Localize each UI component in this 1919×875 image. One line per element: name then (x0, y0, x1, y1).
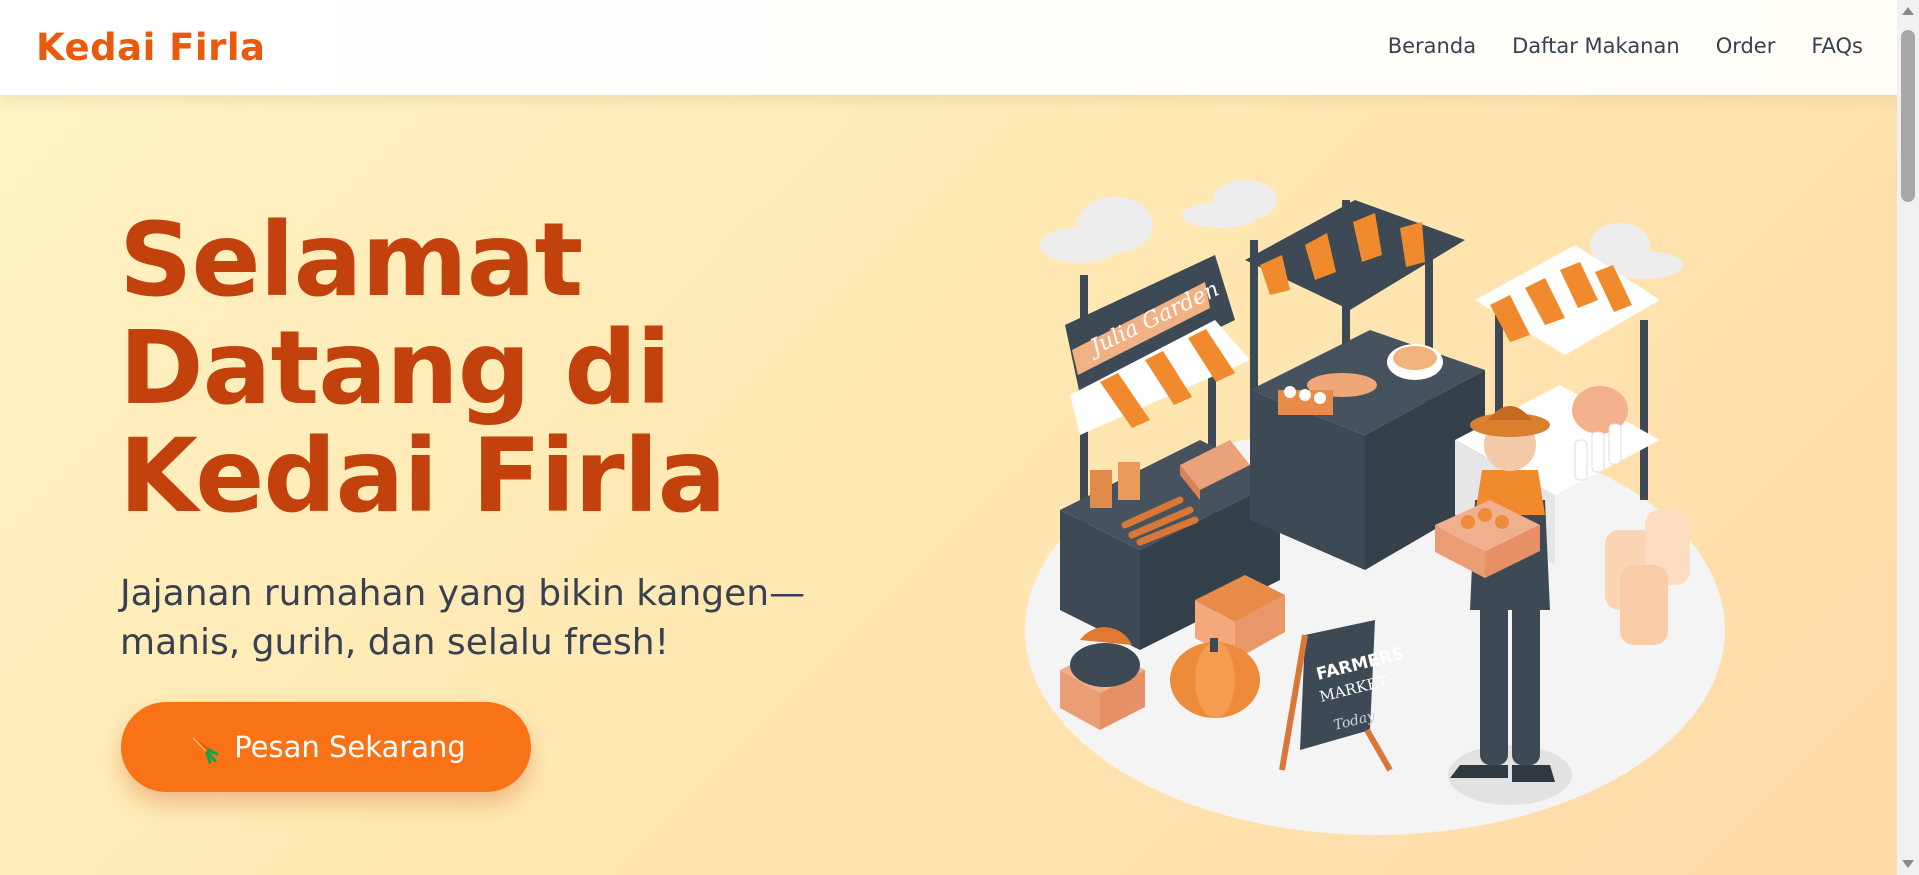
scroll-down-arrow-icon[interactable] (1902, 860, 1914, 868)
hero-title: Selamat Datang di Kedai Firla (119, 201, 726, 536)
hero-subtitle: Jajanan rumahan yang bikin kangen—manis,… (120, 573, 806, 663)
middle-stall (1245, 200, 1485, 570)
navbar: Kedai Firla Beranda Daftar Makanan Order… (0, 0, 1897, 95)
page-scrollbar[interactable] (1897, 0, 1919, 875)
nav-menu: Beranda Daftar Makanan Order FAQs (1388, 34, 1863, 58)
order-now-label: Pesan Sekarang (234, 730, 466, 764)
scroll-thumb[interactable] (1901, 30, 1915, 202)
nav-link-faqs[interactable]: FAQs (1811, 34, 1863, 58)
nav-link-order[interactable]: Order (1716, 34, 1776, 58)
order-now-button[interactable]: Pesan Sekarang (121, 702, 531, 792)
nav-link-daftar-makanan[interactable]: Daftar Makanan (1512, 34, 1680, 58)
farmers-market-illustration: Julia Garden FARMERS MARKET Today (1025, 180, 1725, 835)
brand-logo[interactable]: Kedai Firla (36, 26, 266, 69)
scroll-up-arrow-icon[interactable] (1902, 7, 1914, 15)
carrot-icon (191, 736, 219, 764)
nav-link-beranda[interactable]: Beranda (1388, 34, 1476, 58)
